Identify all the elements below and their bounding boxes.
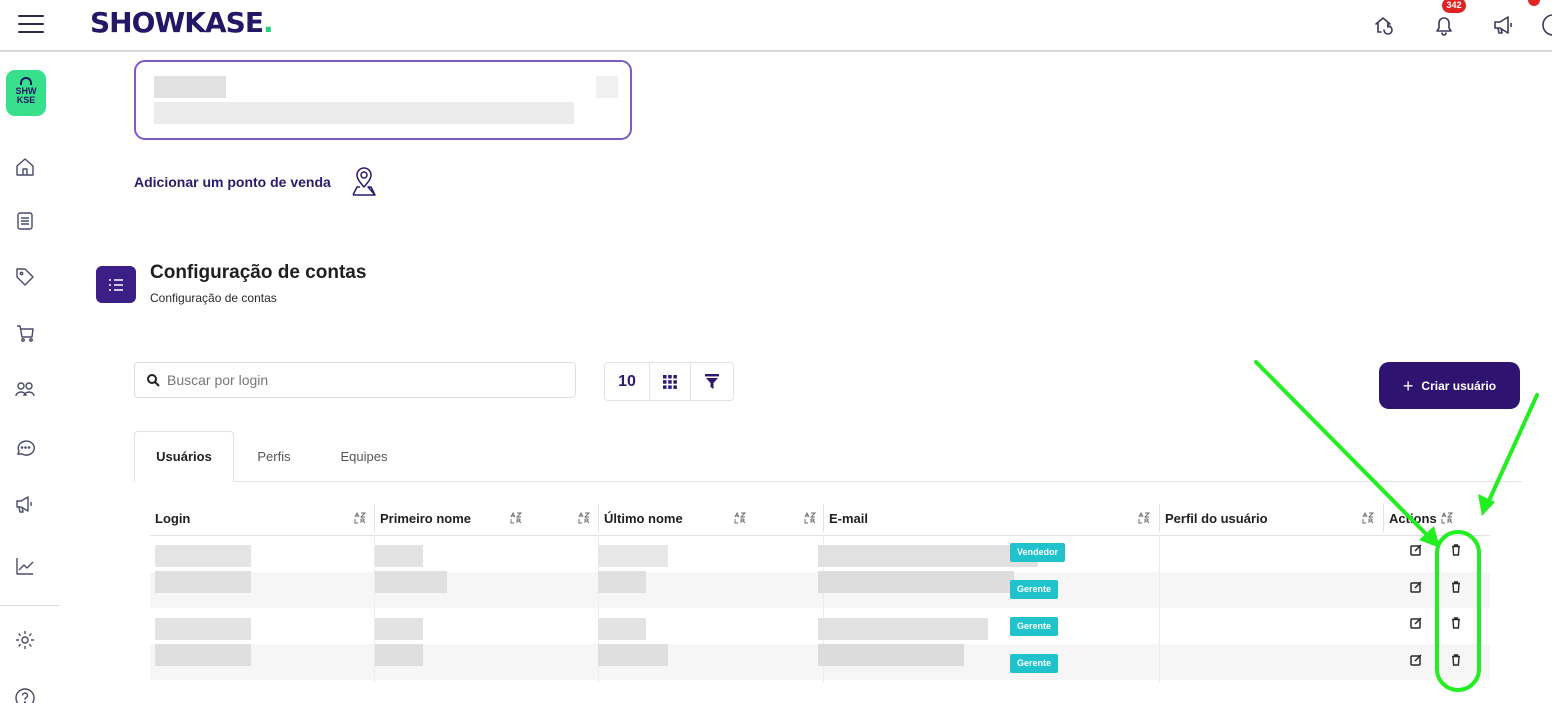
- column-divider: [823, 504, 824, 532]
- section-icon: [96, 266, 136, 303]
- sidebar-item-campaigns[interactable]: [8, 487, 42, 521]
- tab-perfis[interactable]: Perfis: [244, 431, 304, 482]
- alert-dot: [1528, 0, 1540, 6]
- top-bar: SHOWKASE. 342: [0, 0, 1552, 52]
- column-header-login[interactable]: Login: [150, 500, 190, 536]
- column-divider: [1159, 536, 1160, 682]
- redacted-store-name: [154, 76, 226, 98]
- column-sort-icon[interactable]: [734, 512, 746, 524]
- users-icon: [15, 382, 35, 397]
- page-size-select[interactable]: 10: [605, 363, 649, 400]
- column-sort-icon[interactable]: [1362, 512, 1374, 524]
- chat-icon: [17, 440, 35, 456]
- sidebar-item-tags[interactable]: [8, 260, 42, 294]
- trash-icon[interactable]: [1446, 540, 1466, 560]
- trash-icon[interactable]: [1446, 613, 1466, 633]
- sidebar: SHW KSE: [0, 54, 66, 703]
- tag-icon: [16, 268, 34, 286]
- redacted-store-extra: [596, 76, 618, 98]
- page-subtitle: Configuração de contas: [150, 291, 277, 305]
- sidebar-item-chat[interactable]: [8, 431, 42, 465]
- settings-icon: [16, 631, 34, 649]
- role-badge: Gerente: [1010, 654, 1059, 673]
- help-icon: [15, 688, 35, 703]
- add-point-of-sale-link[interactable]: Adicionar um ponto de venda: [134, 165, 379, 199]
- trash-icon[interactable]: [1446, 650, 1466, 670]
- checklist-icon: [17, 212, 33, 230]
- edit-icon[interactable]: [1406, 540, 1426, 560]
- list-icon: [109, 278, 123, 291]
- column-divider: [1383, 504, 1384, 532]
- brand-logo[interactable]: SHOWKASE.: [90, 6, 274, 39]
- sync-icon[interactable]: [1368, 10, 1398, 40]
- column-header-first-name[interactable]: Primeiro nome: [375, 500, 471, 536]
- sidebar-item-users[interactable]: [8, 372, 42, 406]
- role-badge: Gerente: [1010, 617, 1059, 636]
- annotation-arrow: [1485, 393, 1539, 507]
- edit-icon[interactable]: [1406, 650, 1426, 670]
- page-title: Configuração de contas: [150, 262, 367, 283]
- filter-button[interactable]: [690, 363, 733, 400]
- sidebar-item-cart[interactable]: [8, 316, 42, 350]
- megaphone-icon[interactable]: [1489, 10, 1519, 40]
- table-header: Login Primeiro nome Último nome E-mail P…: [150, 500, 1490, 536]
- brand-name: SHOWKASE: [90, 6, 264, 39]
- map-pin-icon: [352, 167, 376, 196]
- column-sort-icon[interactable]: [1441, 512, 1453, 524]
- redacted-store-address: [154, 102, 574, 124]
- sidebar-item-help[interactable]: [8, 681, 42, 703]
- store-card[interactable]: [134, 60, 632, 140]
- column-sort-icon[interactable]: [354, 512, 366, 524]
- column-sort-icon[interactable]: [1138, 512, 1150, 524]
- edit-icon[interactable]: [1406, 613, 1426, 633]
- grid-icon: [663, 374, 677, 389]
- column-sort-icon[interactable]: [578, 512, 590, 524]
- create-user-label: Criar usuário: [1421, 378, 1497, 393]
- search-input[interactable]: [167, 369, 567, 391]
- role-badge: Gerente: [1010, 580, 1059, 599]
- create-user-button[interactable]: + Criar usuário: [1379, 362, 1520, 409]
- sidebar-divider: [0, 605, 60, 606]
- table-toolbar: 10: [604, 362, 734, 401]
- tab-equipes[interactable]: Equipes: [330, 431, 398, 482]
- brand-dot: .: [262, 6, 274, 39]
- column-header-user-profile[interactable]: Perfil do usuário: [1160, 500, 1268, 536]
- role-badge: Vendedor: [1010, 543, 1066, 562]
- user-icon[interactable]: [1538, 10, 1552, 40]
- home-icon: [16, 158, 34, 176]
- chart-icon: [16, 558, 34, 575]
- notification-count-badge: 342: [1442, 0, 1466, 13]
- column-divider: [1159, 504, 1160, 532]
- search-box[interactable]: [134, 362, 576, 398]
- column-divider: [598, 504, 599, 532]
- filter-icon: [705, 373, 719, 389]
- column-divider: [374, 504, 375, 532]
- cart-icon: [17, 325, 34, 342]
- edit-icon[interactable]: [1406, 577, 1426, 597]
- column-header-last-name[interactable]: Último nome: [599, 500, 683, 536]
- column-header-email[interactable]: E-mail: [824, 500, 868, 536]
- sidebar-item-settings[interactable]: [8, 623, 42, 657]
- tab-usuarios[interactable]: Usuários: [134, 431, 234, 482]
- brand-badge-line2: KSE: [16, 95, 36, 105]
- bell-icon[interactable]: [1429, 10, 1459, 40]
- trash-icon[interactable]: [1446, 577, 1466, 597]
- megaphone-icon: [16, 496, 32, 513]
- column-header-actions: Actions: [1389, 510, 1437, 526]
- sidebar-item-home[interactable]: [8, 150, 42, 184]
- column-sort-icon[interactable]: [510, 512, 522, 524]
- column-sort-icon[interactable]: [804, 512, 816, 524]
- add-point-of-sale-label: Adicionar um ponto de venda: [134, 174, 331, 190]
- sidebar-item-tasks[interactable]: [8, 204, 42, 238]
- menu-icon[interactable]: [18, 12, 48, 36]
- grid-view-button[interactable]: [649, 363, 690, 400]
- sidebar-brand-badge[interactable]: SHW KSE: [6, 70, 46, 116]
- search-icon: [147, 374, 160, 387]
- sidebar-item-reports[interactable]: [8, 549, 42, 583]
- plus-icon: +: [1402, 375, 1414, 396]
